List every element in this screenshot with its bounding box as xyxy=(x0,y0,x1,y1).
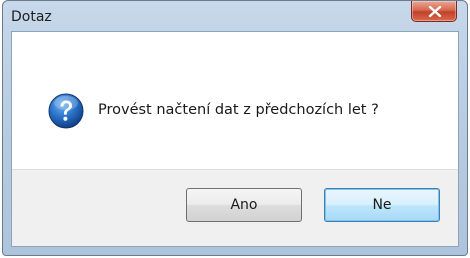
no-button[interactable]: Ne xyxy=(324,188,440,222)
yes-button[interactable]: Ano xyxy=(186,188,302,222)
dialog-window: Dotaz Provést načtení dat z předchozích … xyxy=(2,0,468,256)
button-bar: Ano Ne xyxy=(12,169,458,246)
dialog-client-area: Provést načtení dat z předchozích let ? … xyxy=(11,31,459,247)
question-icon xyxy=(48,93,84,129)
dialog-message: Provést načtení dat z předchozích let ? xyxy=(98,102,379,118)
window-title: Dotaz xyxy=(11,9,52,25)
close-icon xyxy=(428,6,442,17)
close-button[interactable] xyxy=(411,1,457,22)
title-bar[interactable]: Dotaz xyxy=(3,1,467,31)
message-area: Provést načtení dat z předchozích let ? xyxy=(12,32,458,172)
